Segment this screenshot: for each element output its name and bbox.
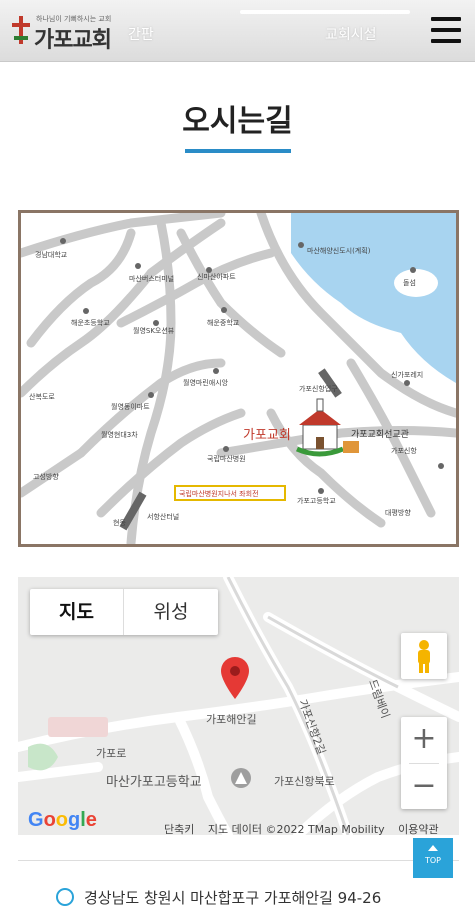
header-bar xyxy=(240,10,410,14)
map-label: 서항산터널 xyxy=(147,512,179,521)
map-label: 월영동이마트 xyxy=(111,402,150,411)
illustrated-directions-map: 경남대학교 마산버스터미널 신마산아파트 해운초등학교 월영SK오션뷰 해운중학… xyxy=(18,210,459,547)
map-label: 고성방향 xyxy=(33,472,59,481)
title-underline xyxy=(185,149,291,153)
google-logo: Google xyxy=(28,809,97,831)
church-map-label: 가포교회 xyxy=(243,428,291,443)
zoom-in-button[interactable]: + xyxy=(401,717,447,763)
turn-instruction-label: 국립마산병원지나서 좌회전 xyxy=(179,489,259,498)
map-label: 월영SK오션뷰 xyxy=(133,326,175,335)
map-type-control: 지도 위성 xyxy=(30,589,218,635)
map-label: 해운초등학교 xyxy=(71,318,110,327)
street-view-pegman-icon[interactable] xyxy=(401,633,447,679)
church-address: 경상남도 창원시 마산합포구 가포해안길 94-26 xyxy=(84,889,382,907)
map-label: 가포신항입구 xyxy=(299,384,338,393)
cross-icon xyxy=(12,16,30,44)
nav-item-sign[interactable]: 간판 xyxy=(128,24,154,44)
map-label: 가포신항 xyxy=(391,446,417,455)
map-data-credit: 지도 데이터 ©2022 TMap Mobility xyxy=(207,823,385,835)
map-label: 현동 xyxy=(113,519,126,527)
map-label: 해운중학교 xyxy=(207,318,240,327)
annex-map-label: 가포교회선교관 xyxy=(351,429,409,440)
school-label: 마산가포고등학교 xyxy=(106,775,202,790)
map-label: 경남대학교 xyxy=(35,250,68,259)
road-label: 가포로 xyxy=(96,747,127,760)
map-type-satellite-button[interactable]: 위성 xyxy=(124,589,218,635)
church-icon xyxy=(295,398,344,457)
map-label: 돌섬 xyxy=(403,278,416,287)
google-map[interactable]: 지도 위성 가포해안길 가포로 가포신항북로 가포신항2길 드림베이 마산가포고… xyxy=(18,577,459,835)
page-title: 오시는길 xyxy=(182,104,293,139)
location-icon xyxy=(56,888,74,906)
zoom-control: + − xyxy=(401,717,447,809)
map-label: 가포고등학교 xyxy=(297,496,336,505)
map-label: 국립마산병원 xyxy=(207,454,246,463)
keyboard-shortcuts-link[interactable]: 단축키 xyxy=(164,823,194,835)
map-label: 신가포레지 xyxy=(391,370,423,379)
hamburger-menu-icon[interactable] xyxy=(431,17,461,43)
map-label: 월영현대3차 xyxy=(101,430,138,439)
map-label: 마산버스터미널 xyxy=(129,274,174,283)
road-label: 가포신항북로 xyxy=(274,775,335,788)
location-pin-icon[interactable] xyxy=(221,657,249,699)
map-label: 신마산아파트 xyxy=(197,272,236,281)
nav-item-facilities[interactable]: 교회시설 xyxy=(325,24,377,44)
map-type-map-button[interactable]: 지도 xyxy=(30,589,124,635)
map-label: 산복도로 xyxy=(29,392,55,401)
section-divider xyxy=(18,860,459,861)
logo-name: 가포교회 xyxy=(34,28,112,53)
scroll-top-button[interactable]: TOP xyxy=(413,838,453,878)
zoom-out-button[interactable]: − xyxy=(401,764,447,810)
church-logo[interactable]: 하나님이 기뻐하시는 교회 가포교회 xyxy=(10,8,128,53)
site-header: 하나님이 기뻐하시는 교회 가포교회 간판 교회시설 xyxy=(0,0,475,62)
road-label: 가포해안길 xyxy=(206,713,257,726)
map-label: 마산해양신도시(계획) xyxy=(307,246,371,255)
map-label: 대평방향 xyxy=(385,508,411,517)
illustrated-map-canvas: 경남대학교 마산버스터미널 신마산아파트 해운초등학교 월영SK오션뷰 해운중학… xyxy=(21,213,456,544)
map-attribution: 단축키 지도 데이터 ©2022 TMap Mobility 이용약관 xyxy=(164,821,449,835)
map-label: 월영마린애시앙 xyxy=(183,378,229,387)
terms-link[interactable]: 이용약관 xyxy=(398,823,438,835)
